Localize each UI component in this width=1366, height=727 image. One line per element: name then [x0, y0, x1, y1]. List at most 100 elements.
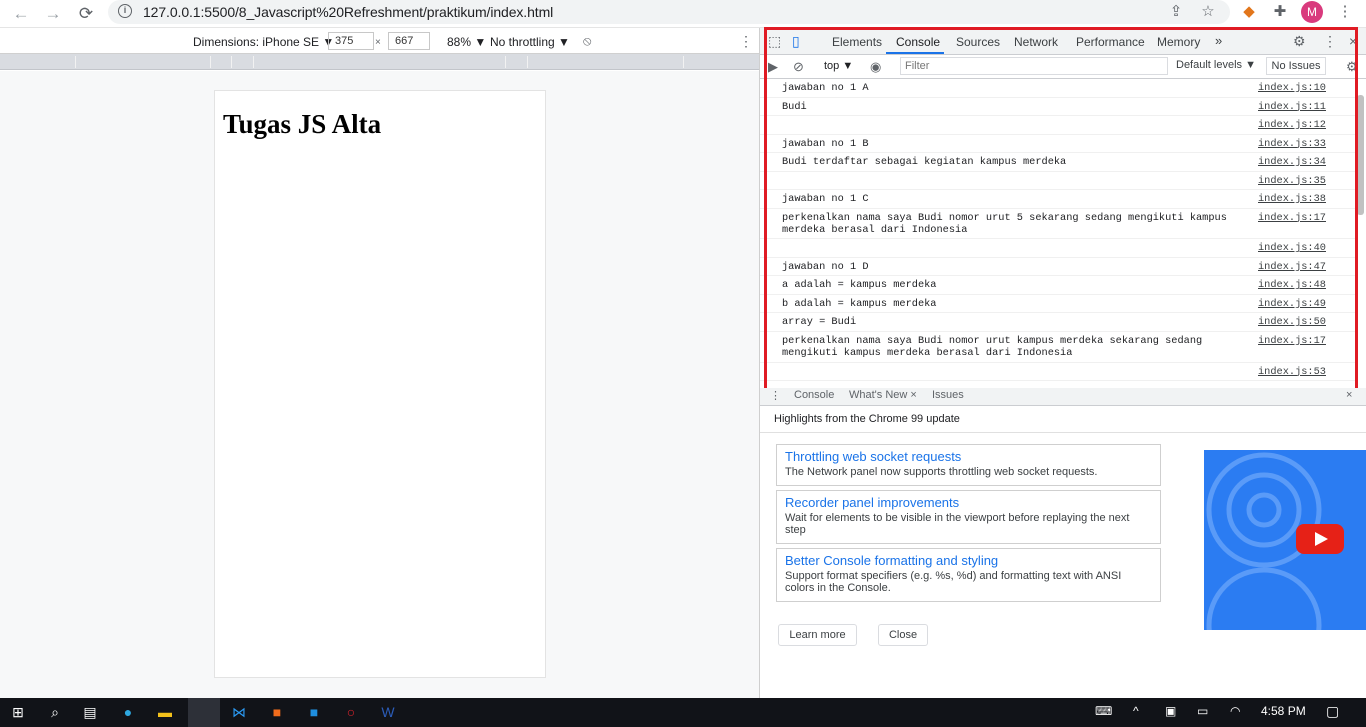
- metamask-extension-icon[interactable]: ◆: [1239, 2, 1259, 22]
- console-source-link[interactable]: index.js:35: [1258, 175, 1326, 187]
- console-source-link[interactable]: index.js:38: [1258, 193, 1326, 205]
- tab-memory[interactable]: Memory: [1157, 35, 1200, 49]
- console-source-link[interactable]: index.js:48: [1258, 279, 1326, 291]
- forward-arrow-icon[interactable]: →: [42, 3, 64, 25]
- rotate-icon[interactable]: ⦸: [583, 33, 591, 49]
- console-message-row: jawaban no 1 D index.js:47: [760, 258, 1356, 277]
- close-drawer-icon[interactable]: ×: [1346, 389, 1352, 401]
- tab-console[interactable]: Console: [896, 35, 940, 49]
- site-info-icon[interactable]: i: [118, 4, 132, 18]
- back-arrow-icon[interactable]: ←: [10, 3, 32, 25]
- console-scrollbar[interactable]: [1357, 95, 1364, 215]
- device-more-icon[interactable]: ⋮: [739, 33, 753, 50]
- youtube-play-icon[interactable]: [1296, 524, 1344, 554]
- windows-start-icon[interactable]: ⊞: [8, 702, 28, 722]
- device-toggle-icon[interactable]: ▯: [792, 33, 800, 50]
- feature-card[interactable]: Better Console formatting and styling Su…: [776, 548, 1161, 602]
- wifi-icon[interactable]: ◠: [1230, 704, 1240, 718]
- console-source-link[interactable]: index.js:53: [1258, 366, 1326, 378]
- clock-time[interactable]: 4:58 PM: [1261, 704, 1306, 718]
- console-source-link[interactable]: index.js:11: [1258, 101, 1326, 113]
- console-message-row: index.js:40: [760, 239, 1356, 258]
- search-icon[interactable]: ⌕: [45, 702, 65, 722]
- battery-icon[interactable]: ▭: [1197, 704, 1208, 718]
- feature-card-desc: Wait for elements to be visible in the v…: [785, 512, 1130, 536]
- device-width-input[interactable]: 375: [328, 32, 374, 50]
- throttling-select[interactable]: No throttling ▼: [490, 35, 570, 49]
- close-devtools-icon[interactable]: ×: [1349, 33, 1357, 49]
- word-icon[interactable]: W: [378, 702, 398, 722]
- console-filter-input[interactable]: Filter: [900, 57, 1168, 75]
- drawer-tab-issues[interactable]: Issues: [932, 389, 964, 401]
- feature-card-title[interactable]: Throttling web socket requests: [785, 449, 1152, 464]
- issues-button[interactable]: No Issues: [1266, 57, 1326, 75]
- devtools-menu-icon[interactable]: ⋮: [1323, 33, 1337, 50]
- clear-console-icon[interactable]: ⊘: [793, 59, 804, 75]
- tray-chevron-icon[interactable]: ^: [1133, 704, 1139, 718]
- zoom-select[interactable]: 88% ▼: [447, 35, 486, 49]
- task-view-icon[interactable]: ▤: [80, 702, 100, 722]
- console-source-link[interactable]: index.js:34: [1258, 156, 1326, 168]
- drawer-tab-console[interactable]: Console: [794, 389, 834, 401]
- console-source-link[interactable]: index.js:17: [1258, 212, 1326, 224]
- tab-elements[interactable]: Elements: [832, 35, 882, 49]
- feature-card-title[interactable]: Recorder panel improvements: [785, 495, 1152, 510]
- console-message-text: perkenalkan nama saya Budi nomor urut 5 …: [782, 211, 1234, 236]
- console-source-link[interactable]: index.js:33: [1258, 138, 1326, 150]
- live-expression-eye-icon[interactable]: ◉: [870, 59, 881, 75]
- file-explorer-icon[interactable]: ▬: [155, 702, 175, 722]
- console-message-row: b adalah = kampus merdeka index.js:49: [760, 295, 1356, 314]
- devtools-tabbar: ⬚ ▯ Elements Console Sources Network Per…: [760, 28, 1366, 55]
- learn-more-button[interactable]: Learn more: [778, 624, 857, 646]
- tab-sources[interactable]: Sources: [956, 35, 1000, 49]
- console-source-link[interactable]: index.js:50: [1258, 316, 1326, 328]
- console-source-link[interactable]: index.js:47: [1258, 261, 1326, 273]
- media-query-ruler[interactable]: [0, 54, 759, 70]
- sidebar-toggle-icon[interactable]: ▶: [768, 59, 778, 75]
- keyboard-icon[interactable]: ⌨: [1095, 704, 1112, 718]
- console-source-link[interactable]: index.js:10: [1258, 82, 1326, 94]
- address-bar[interactable]: i 127.0.0.1:5500/8_Javascript%20Refreshm…: [108, 0, 1230, 24]
- drawer-menu-icon[interactable]: ⋮: [770, 389, 781, 402]
- log-levels-select[interactable]: Default levels ▼: [1176, 59, 1256, 71]
- device-height-input[interactable]: 667: [388, 32, 430, 50]
- drawer-tab-whats-new[interactable]: What's New ×: [849, 389, 917, 401]
- share-icon[interactable]: ⇪: [1167, 3, 1185, 21]
- feature-card-title[interactable]: Better Console formatting and styling: [785, 553, 1152, 568]
- close-button[interactable]: Close: [878, 624, 928, 646]
- console-message-row: index.js:53: [760, 363, 1356, 382]
- bookmark-star-icon[interactable]: ☆: [1199, 3, 1217, 21]
- inspect-element-icon[interactable]: ⬚: [768, 33, 781, 50]
- edge-browser-icon[interactable]: ●: [118, 702, 138, 722]
- console-settings-icon[interactable]: ⚙: [1346, 59, 1358, 75]
- xampp-icon[interactable]: ■: [267, 702, 287, 722]
- feature-card[interactable]: Recorder panel improvements Wait for ele…: [776, 490, 1161, 544]
- tab-network[interactable]: Network: [1014, 35, 1058, 49]
- notifications-icon[interactable]: ▢: [1326, 703, 1339, 720]
- device-dimensions-select[interactable]: Dimensions: iPhone SE ▼: [193, 35, 334, 49]
- console-source-link[interactable]: index.js:12: [1258, 119, 1326, 131]
- feature-card[interactable]: Throttling web socket requests The Netwo…: [776, 444, 1161, 486]
- console-source-link[interactable]: index.js:40: [1258, 242, 1326, 254]
- app-icon[interactable]: ■: [304, 702, 324, 722]
- meet-now-icon[interactable]: ▣: [1165, 704, 1176, 718]
- context-select[interactable]: top ▼: [824, 60, 853, 72]
- vscode-icon[interactable]: ⋈: [229, 702, 249, 722]
- more-tabs-icon[interactable]: »: [1215, 33, 1222, 48]
- profile-avatar[interactable]: M: [1301, 1, 1323, 23]
- console-message-text: Budi terdaftar sebagai kegiatan kampus m…: [782, 156, 1067, 168]
- tab-performance[interactable]: Performance: [1076, 35, 1145, 49]
- settings-gear-icon[interactable]: ⚙: [1293, 33, 1306, 50]
- url-text[interactable]: 127.0.0.1:5500/8_Javascript%20Refreshmen…: [143, 4, 553, 20]
- opera-icon[interactable]: ○: [341, 702, 361, 722]
- console-source-link[interactable]: index.js:49: [1258, 298, 1326, 310]
- reload-icon[interactable]: ⟳: [75, 3, 97, 25]
- console-message-text: b adalah = kampus merdeka: [782, 297, 937, 310]
- extensions-puzzle-icon[interactable]: ✚: [1270, 2, 1290, 22]
- active-app-highlight: [188, 698, 220, 727]
- console-message-row: perkenalkan nama saya Budi nomor urut 5 …: [760, 209, 1356, 240]
- browser-menu-icon[interactable]: ⋮: [1335, 2, 1355, 22]
- console-source-link[interactable]: index.js:17: [1258, 335, 1326, 347]
- chrome-99-video-thumbnail[interactable]: [1204, 450, 1366, 630]
- drawer-tabbar: ⋮ Console What's New × Issues ×: [760, 388, 1366, 406]
